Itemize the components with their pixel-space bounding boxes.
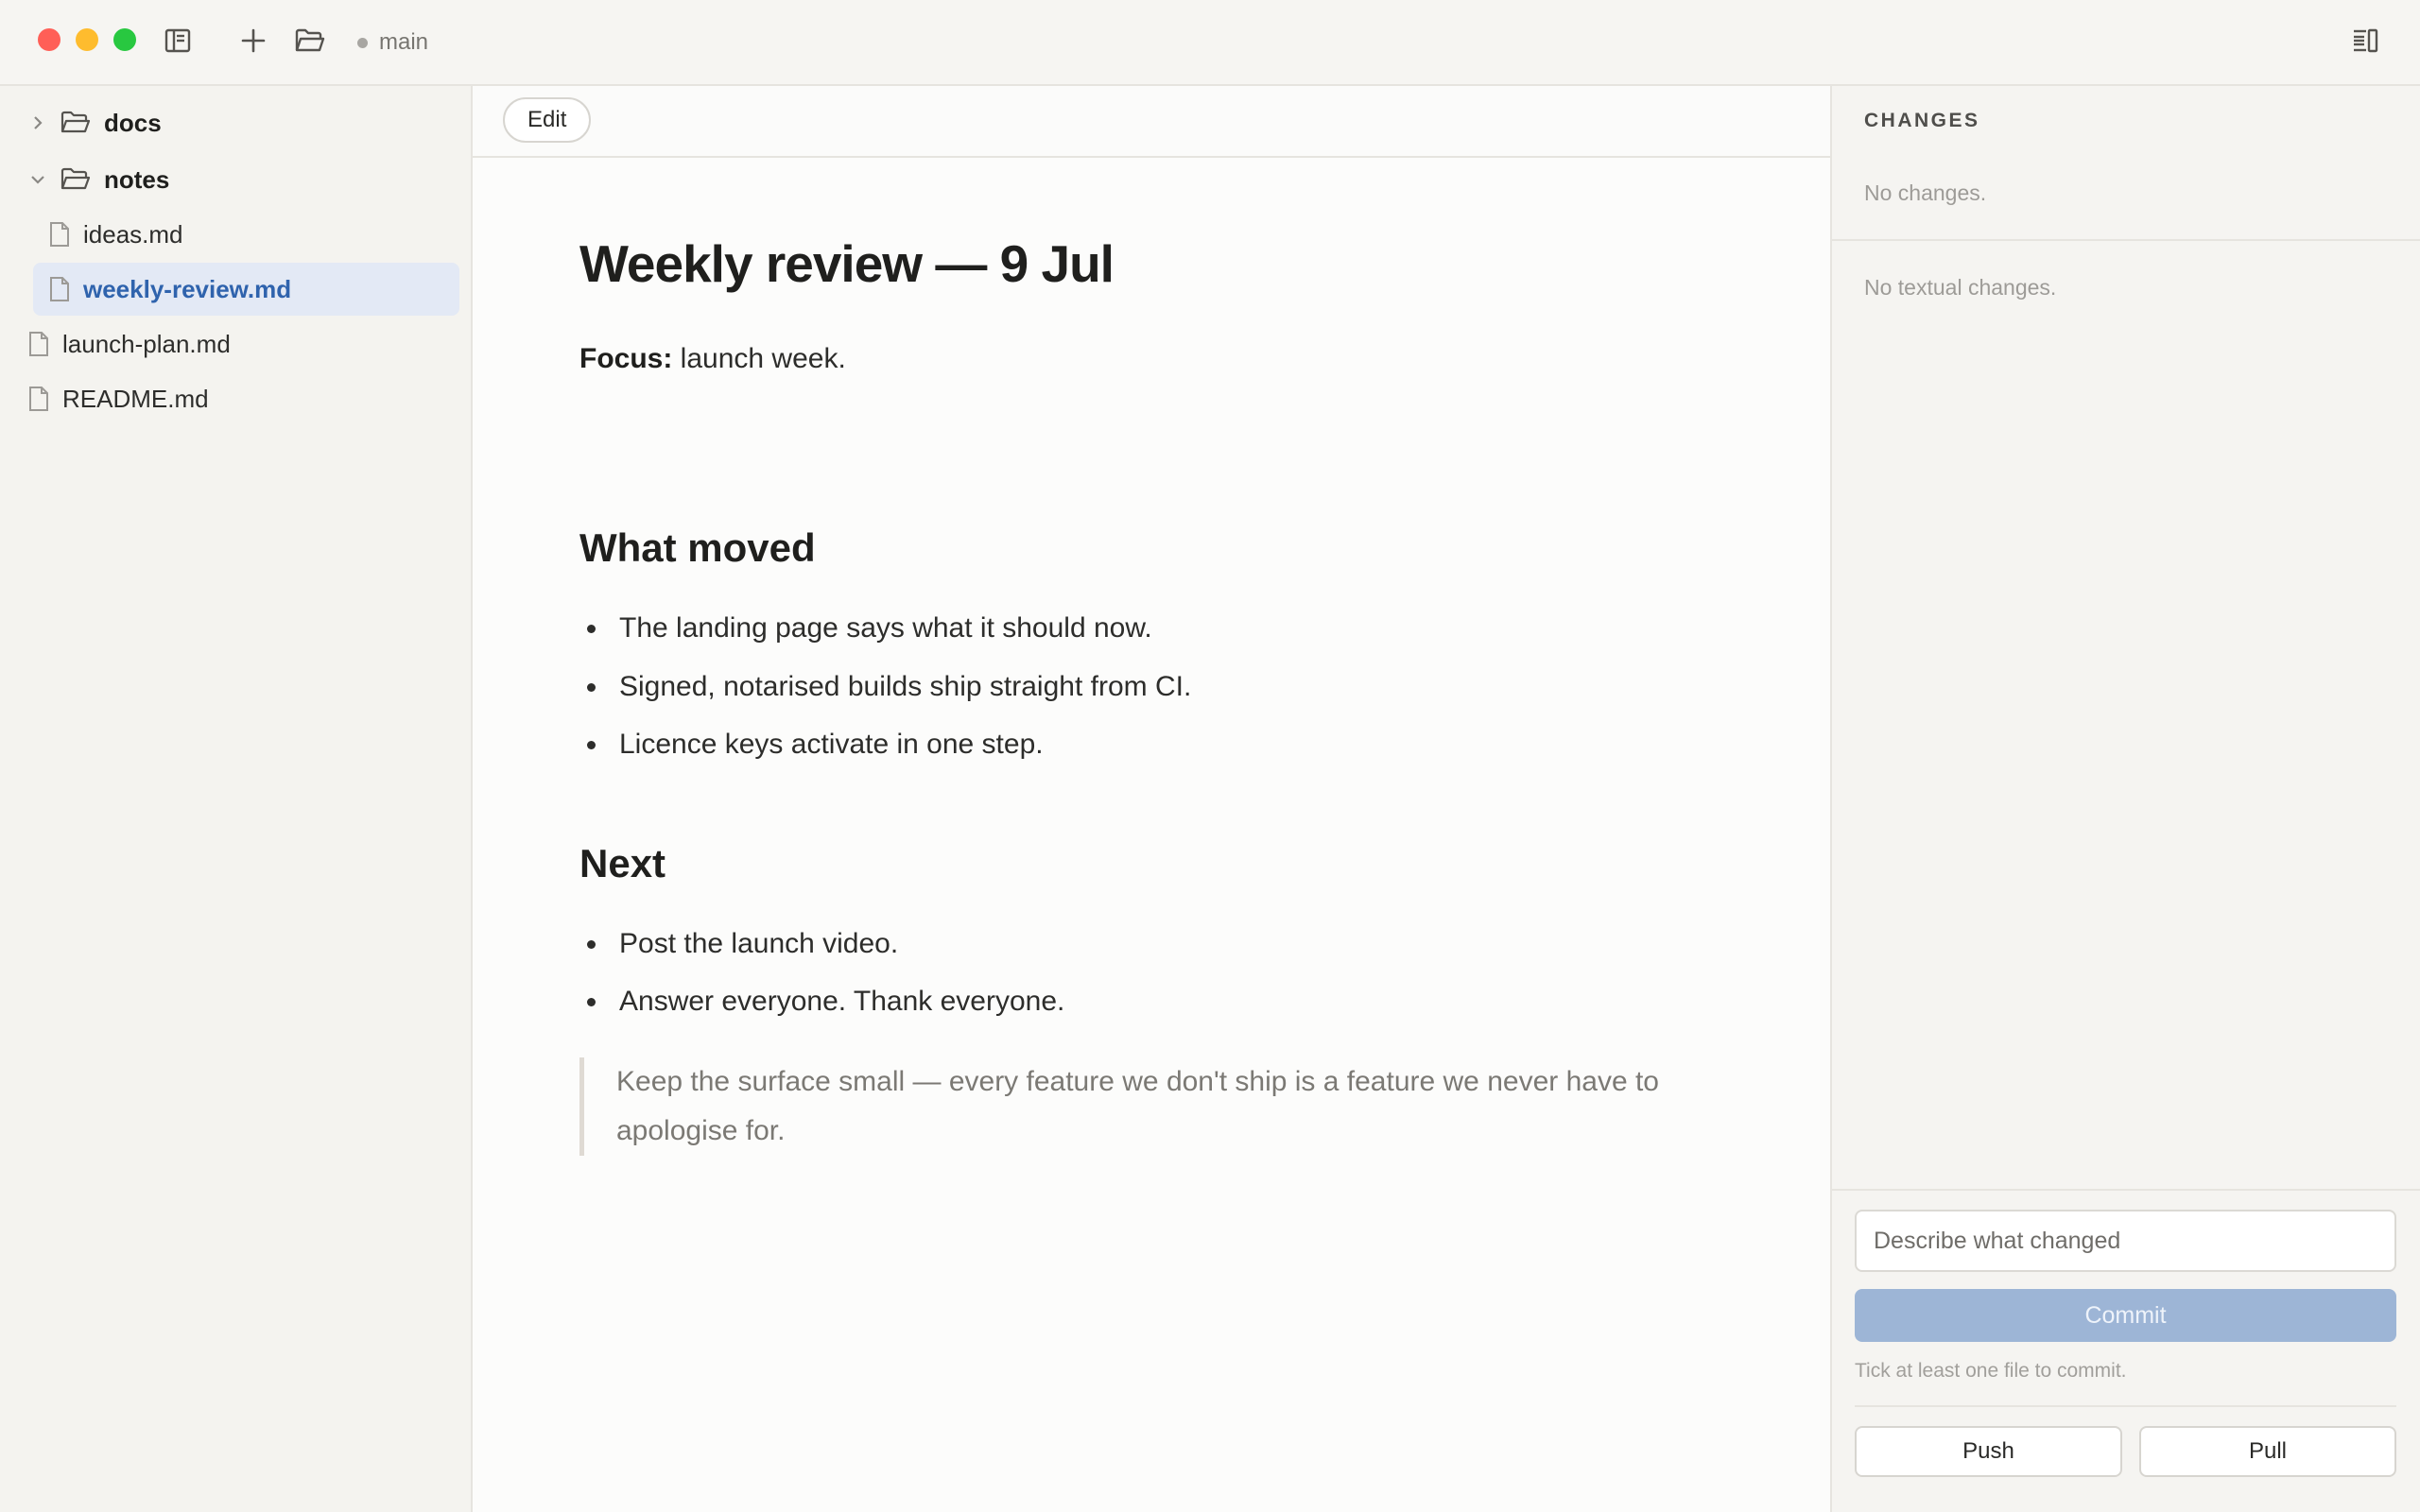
file-item-ideas[interactable]: ideas.md [49,208,183,261]
list-item-text: Licence keys activate in one step. [619,729,1044,760]
chevron-down-icon[interactable] [28,173,47,186]
list-item: Licence keys activate in one step. [579,729,1044,761]
changes-title: CHANGES [1864,110,1980,131]
file-icon [28,331,49,357]
document-editor: Edit Weekly review — 9 Jul Focus: launch… [473,86,1830,1512]
changes-panel: CHANGES No changes. No textual changes. … [1830,86,2420,1512]
bullet-icon [587,997,596,1006]
blockquote-line: Keep the surface small — every feature w… [616,1066,1659,1097]
list-item-text: Answer everyone. Thank everyone. [619,986,1065,1017]
file-label: launch-plan.md [62,329,231,358]
file-icon [28,386,49,412]
right-panel-toggle-icon[interactable] [2349,25,2381,57]
commit-hint: Tick at least one file to commit. [1855,1360,2127,1382]
bullet-icon [587,740,596,749]
file-item-weekly-review[interactable]: weekly-review.md [33,263,459,316]
bullet-icon [587,624,596,633]
no-changes-text: No changes. [1864,180,1987,205]
divider [1832,1189,2420,1191]
blockquote-line: apologise for. [616,1115,786,1146]
divider [1832,239,2420,241]
zoom-window-button[interactable] [113,28,136,51]
branch-dot-icon [357,37,368,48]
editor-toolbar: Edit [473,86,1830,158]
commit-message-input[interactable] [1855,1210,2396,1272]
folder-docs[interactable]: docs [28,96,162,149]
edit-button[interactable]: Edit [503,97,592,143]
title-bar: main [0,0,2420,86]
minimize-window-button[interactable] [76,28,98,51]
file-tree-sidebar: docs notes ideas.md weekly-review.md lau… [0,86,473,1512]
file-label: README.md [62,384,209,413]
folder-notes[interactable]: notes [28,153,169,206]
commit-button[interactable]: Commit [1855,1289,2396,1342]
sidebar-toggle-icon[interactable] [162,25,194,57]
list-item: Answer everyone. Thank everyone. [579,986,1064,1018]
list-item-text: Post the launch video. [619,928,899,959]
bullet-icon [587,682,596,692]
branch-indicator[interactable]: main [357,26,428,59]
list-item-text: The landing page says what it should now… [619,612,1152,644]
chevron-right-icon[interactable] [28,114,47,131]
focus-line: Focus: launch week. [579,343,846,375]
file-label: ideas.md [83,219,183,249]
file-item-readme[interactable]: README.md [28,372,209,425]
list-item: The landing page says what it should now… [579,612,1152,644]
file-icon [49,221,70,248]
list-item-text: Signed, notarised builds ship straight f… [619,671,1192,702]
file-item-launch-plan[interactable]: launch-plan.md [28,318,231,370]
push-button[interactable]: Push [1855,1426,2122,1477]
folder-open-icon[interactable] [294,25,326,57]
folder-label: docs [104,108,162,137]
list-item: Signed, notarised builds ship straight f… [579,671,1191,703]
branch-name: main [379,29,429,55]
folder-icon [60,167,91,192]
folder-icon [60,111,91,135]
blockquote: Keep the surface small — every feature w… [579,1057,1695,1156]
focus-label: Focus: [579,343,673,374]
close-window-button[interactable] [38,28,60,51]
bullet-icon [587,939,596,949]
divider [1855,1405,2396,1407]
plus-icon[interactable] [237,25,269,57]
section-heading: Next [579,841,666,885]
list-item: Post the launch video. [579,928,898,960]
focus-text: launch week. [672,343,846,374]
folder-label: notes [104,164,170,194]
pull-button[interactable]: Pull [2139,1426,2396,1477]
no-textual-changes-text: No textual changes. [1864,275,2057,300]
file-label: weekly-review.md [83,274,292,303]
section-heading: What moved [579,525,816,570]
file-icon [49,276,70,302]
document-title: Weekly review — 9 Jul [579,234,1115,293]
